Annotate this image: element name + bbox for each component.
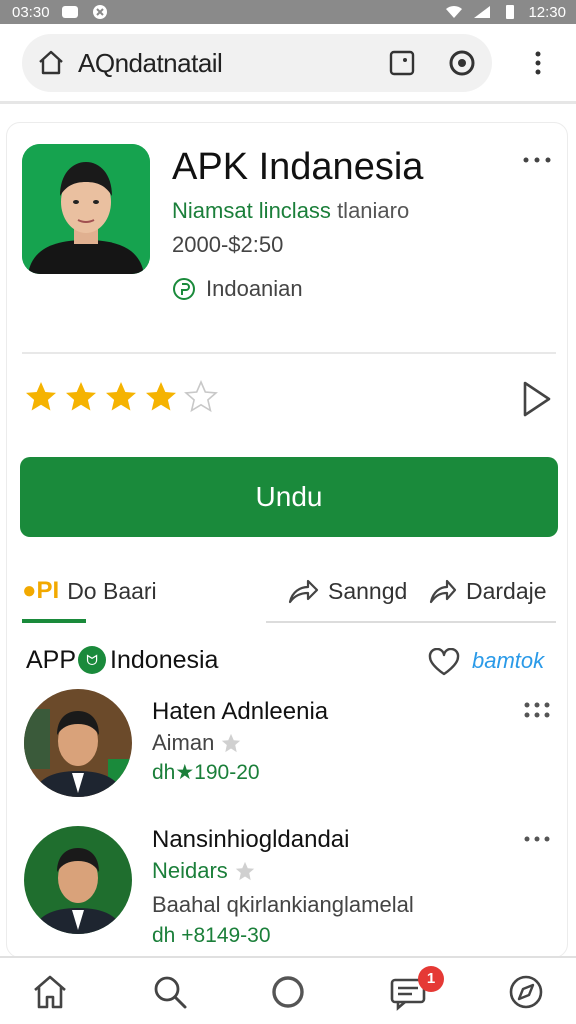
heart-icon[interactable]: [428, 648, 460, 676]
download-label: Dardaje: [466, 577, 547, 604]
review-sub-label: Neidars: [152, 858, 228, 883]
action-row: ●PI Do Baari Sanngd Dardaje: [22, 566, 562, 616]
home-icon[interactable]: [30, 972, 70, 1012]
review-sub: Neidars: [152, 858, 256, 884]
avatar[interactable]: [24, 689, 132, 797]
more-horiz-icon[interactable]: [520, 150, 554, 170]
app-icon[interactable]: [22, 144, 150, 274]
action-first[interactable]: ●PI Do Baari: [22, 577, 157, 605]
pi-logo-text: PI: [36, 577, 60, 604]
status-clock: 12:30: [528, 3, 566, 21]
close-notification-icon: [92, 5, 107, 19]
signal-icon: [474, 6, 491, 18]
review-sub: Aiman: [152, 730, 242, 756]
star-icon[interactable]: [24, 380, 58, 414]
avatar[interactable]: [24, 826, 132, 934]
region-icon: [173, 278, 195, 300]
download-button[interactable]: Dardaje: [428, 576, 547, 606]
more-vert-icon[interactable]: [526, 48, 550, 78]
divider: [22, 352, 556, 354]
section-title-prefix: APP: [26, 645, 77, 674]
notification-badge: 1: [418, 966, 444, 992]
refresh-icon[interactable]: [446, 47, 478, 79]
battery-icon: [506, 5, 515, 19]
url-text[interactable]: AQndatnatail: [78, 48, 223, 79]
divider: [266, 621, 556, 623]
review-name[interactable]: Nansinhiogldandai: [152, 826, 349, 854]
star-icon[interactable]: [144, 380, 178, 414]
circle-icon[interactable]: [268, 972, 308, 1012]
star-icon: [235, 861, 254, 881]
more-grid-icon[interactable]: [522, 700, 552, 722]
browser-toolbar: AQndatnatail: [0, 24, 576, 104]
app-icon-portrait: [22, 144, 150, 274]
review-sub-label: Aiman: [152, 730, 215, 755]
review-meta: dh +8149-30: [152, 924, 271, 947]
developer-name[interactable]: Niamsat linclass: [172, 198, 331, 223]
star-icon: [222, 733, 241, 753]
review-text: Baahal qkirlankianglamelal: [152, 892, 414, 917]
share-icon: [288, 579, 319, 604]
wifi-icon: [446, 5, 463, 18]
share-button[interactable]: Sanngd: [286, 576, 407, 606]
section-badge-icon: ᗢ: [78, 646, 107, 674]
search-icon[interactable]: [150, 972, 190, 1012]
avatar-portrait: [24, 826, 132, 934]
app-region: Indoanian: [172, 276, 303, 302]
app-developer[interactable]: Niamsat linclass tlaniaro: [172, 198, 409, 224]
bottom-navigation: [0, 956, 576, 1024]
rating-stars[interactable]: [24, 380, 218, 414]
more-horiz-icon[interactable]: [522, 828, 552, 850]
compass-icon[interactable]: [506, 972, 546, 1012]
arrow-icon: [429, 579, 457, 604]
section-link[interactable]: bamtok: [472, 648, 544, 674]
pi-logo-icon: ●PI: [22, 577, 60, 604]
section-title-suffix: Indonesia: [110, 645, 219, 674]
action-first-label: Do Baari: [67, 577, 157, 604]
star-icon[interactable]: [104, 380, 138, 414]
share-label: Sanngd: [328, 577, 408, 604]
star-icon[interactable]: [64, 380, 98, 414]
app-price: 2000-$2:50: [172, 232, 284, 257]
home-icon[interactable]: [36, 48, 66, 78]
address-bar[interactable]: AQndatnatail: [22, 34, 492, 92]
status-time: 03:30: [12, 3, 50, 21]
notification-icon: [61, 6, 78, 18]
review-name[interactable]: Haten Adnleenia: [152, 698, 328, 726]
play-icon[interactable]: [520, 380, 552, 418]
region-label: Indoanian: [206, 276, 303, 301]
star-icon[interactable]: [184, 380, 218, 414]
status-bar: 03:30 12:30: [0, 0, 576, 24]
tab-icon[interactable]: [388, 49, 416, 77]
active-tab-indicator: [22, 619, 86, 623]
install-button[interactable]: Undu: [20, 457, 558, 537]
avatar-portrait: [24, 689, 132, 797]
review-meta: dh★190-20: [152, 761, 260, 784]
app-title: APK Indanesia: [172, 146, 424, 188]
developer-suffix: tlaniaro: [337, 198, 410, 223]
